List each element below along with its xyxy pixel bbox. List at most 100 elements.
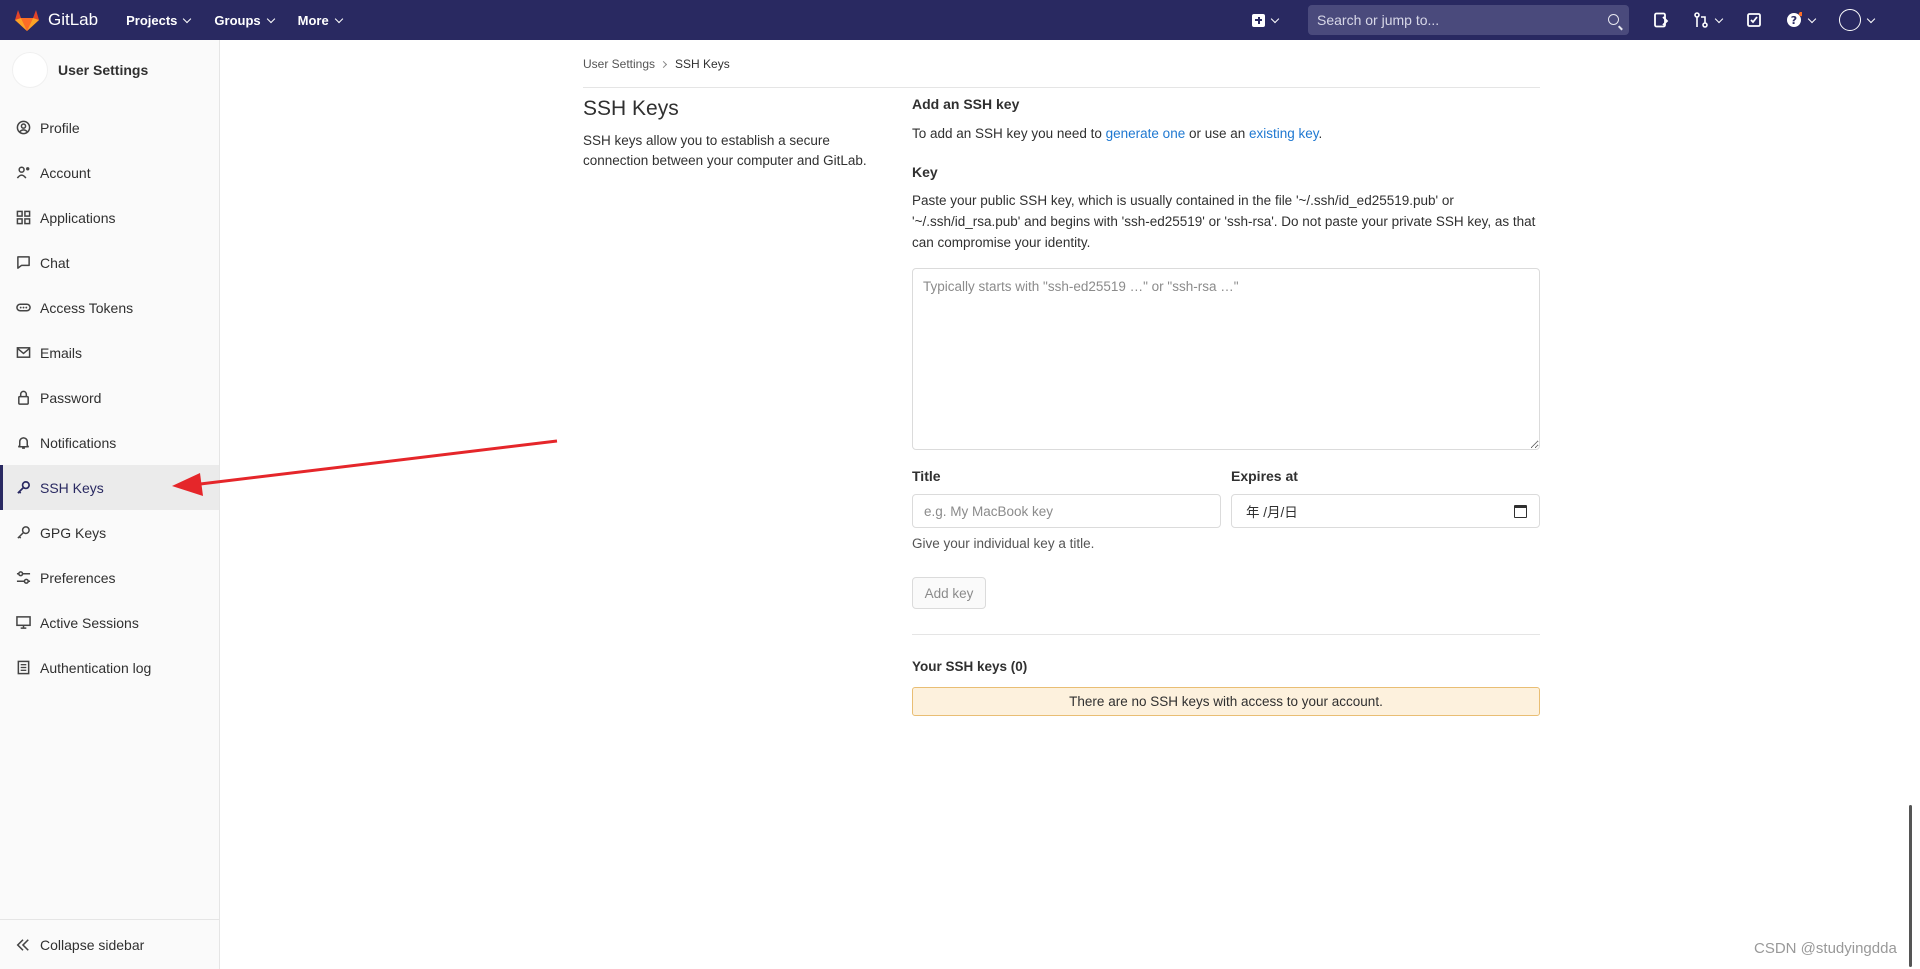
nav-right: ? xyxy=(1252,0,1876,40)
token-icon xyxy=(16,303,31,312)
page-title: SSH Keys xyxy=(583,97,679,120)
expires-label: Expires at xyxy=(1231,468,1298,484)
form-info: To add an SSH key you need to generate o… xyxy=(912,126,1540,141)
sidebar-item-label: Authentication log xyxy=(40,659,152,676)
sidebar-item-label: Preferences xyxy=(40,569,116,586)
sidebar-item-emails[interactable]: Emails xyxy=(0,330,219,375)
chevron-right-icon xyxy=(659,60,668,68)
menu-projects-label: Projects xyxy=(126,12,178,28)
sidebar-item-label: SSH Keys xyxy=(40,479,104,496)
user-avatar xyxy=(1839,9,1861,31)
main-menu: Projects Groups More xyxy=(126,13,366,28)
calendar-icon[interactable] xyxy=(1514,505,1527,518)
intro-section: SSH Keys SSH keys allow you to establish… xyxy=(583,97,883,171)
expires-date-input[interactable]: 年 /月/日 xyxy=(1231,494,1540,528)
menu-more[interactable]: More xyxy=(298,13,343,28)
applications-icon xyxy=(16,210,31,225)
preferences-icon xyxy=(16,571,31,584)
menu-projects[interactable]: Projects xyxy=(126,12,192,28)
sidebar-item-authentication-log[interactable]: Authentication log xyxy=(0,645,219,690)
sidebar-item-label: Notifications xyxy=(40,434,117,451)
sidebar-item-label: Active Sessions xyxy=(40,614,139,631)
brand-name: GitLab xyxy=(48,10,99,29)
sidebar-item-gpg-keys[interactable]: GPG Keys xyxy=(0,510,219,555)
sidebar-item-label: Profile xyxy=(40,119,80,136)
chevron-down-icon xyxy=(1807,14,1817,23)
svg-text:?: ? xyxy=(1791,14,1797,27)
sidebar-item-label: Emails xyxy=(40,344,83,361)
todos-button[interactable] xyxy=(1746,12,1762,28)
monitor-icon xyxy=(16,616,31,629)
lock-icon xyxy=(18,390,29,405)
breadcrumb-parent[interactable]: User Settings xyxy=(583,57,655,71)
sidebar-item-label: Chat xyxy=(40,254,70,271)
log-icon xyxy=(17,660,30,675)
sidebar-item-label: Account xyxy=(40,164,91,181)
chevron-down-icon xyxy=(1714,14,1724,23)
settings-sidebar: User Settings Profile Account Applicatio… xyxy=(0,40,220,969)
search-box[interactable] xyxy=(1308,5,1629,35)
key-icon xyxy=(17,526,30,539)
add-key-button[interactable]: Add key xyxy=(912,577,986,609)
user-menu-button[interactable] xyxy=(1839,9,1876,31)
profile-icon xyxy=(16,120,31,135)
tanuki-icon xyxy=(15,10,39,31)
sidebar-item-label: Password xyxy=(40,389,102,406)
search-input[interactable] xyxy=(1317,12,1587,28)
sidebar-item-account[interactable]: Account xyxy=(0,150,219,195)
todo-icon xyxy=(1747,13,1761,27)
sidebar-item-password[interactable]: Password xyxy=(0,375,219,420)
sidebar-header[interactable]: User Settings xyxy=(0,40,219,100)
avatar xyxy=(12,52,48,88)
menu-groups[interactable]: Groups xyxy=(214,12,275,28)
title-input[interactable] xyxy=(912,494,1221,528)
key-textarea[interactable] xyxy=(912,268,1540,450)
chevron-down-icon xyxy=(1866,14,1876,23)
add-ssh-key-form: Add an SSH key To add an SSH key you nee… xyxy=(912,96,1540,716)
sidebar-item-ssh-keys[interactable]: SSH Keys xyxy=(0,465,219,510)
chevron-down-icon xyxy=(266,14,275,23)
menu-groups-label: Groups xyxy=(214,12,261,28)
divider xyxy=(912,634,1540,635)
sidebar-item-chat[interactable]: Chat xyxy=(0,240,219,285)
gitlab-logo[interactable]: GitLab xyxy=(14,8,98,32)
collapse-sidebar-label: Collapse sidebar xyxy=(40,936,145,953)
scrollbar-thumb[interactable] xyxy=(1909,805,1912,967)
key-label: Key xyxy=(912,164,938,180)
sidebar-item-notifications[interactable]: Notifications xyxy=(0,420,219,465)
issues-icon xyxy=(1654,12,1669,28)
chevron-down-icon xyxy=(183,14,192,23)
expires-date-value: 年 /月/日 xyxy=(1246,505,1298,520)
breadcrumb-current[interactable]: SSH Keys xyxy=(675,57,730,71)
sidebar-item-preferences[interactable]: Preferences xyxy=(0,555,219,600)
double-chevron-left-icon xyxy=(16,938,29,951)
help-button[interactable]: ? xyxy=(1786,12,1817,28)
scrollbar-track[interactable] xyxy=(1905,40,1920,969)
generate-one-link[interactable]: generate one xyxy=(1106,126,1186,141)
watermark: CSDN @studyingdda xyxy=(1754,940,1897,957)
empty-keys-alert: There are no SSH keys with access to you… xyxy=(912,687,1540,716)
top-navbar: GitLab Projects Groups More ? xyxy=(0,0,1920,40)
help-icon: ? xyxy=(1787,12,1802,27)
issues-button[interactable] xyxy=(1653,12,1669,28)
title-label: Title xyxy=(912,468,941,484)
sidebar-item-profile[interactable]: Profile xyxy=(0,105,219,150)
merge-request-icon xyxy=(1694,12,1708,28)
collapse-sidebar-button[interactable]: Collapse sidebar xyxy=(0,919,219,969)
sidebar-item-applications[interactable]: Applications xyxy=(0,195,219,240)
existing-key-link[interactable]: existing key xyxy=(1249,126,1319,141)
sidebar-item-label: Applications xyxy=(40,209,116,226)
search-icon xyxy=(1608,14,1619,25)
sidebar-title: User Settings xyxy=(58,62,149,78)
key-icon xyxy=(17,481,30,494)
title-help-text: Give your individual key a title. xyxy=(912,536,1095,551)
info-middle: or use an xyxy=(1185,126,1250,141)
sidebar-nav: Profile Account Applications Chat Access… xyxy=(0,105,219,690)
sidebar-item-access-tokens[interactable]: Access Tokens xyxy=(0,285,219,330)
sidebar-item-active-sessions[interactable]: Active Sessions xyxy=(0,600,219,645)
merge-requests-button[interactable] xyxy=(1693,12,1724,28)
new-item-button[interactable] xyxy=(1252,13,1290,27)
breadcrumb: User Settings SSH Keys xyxy=(583,57,730,71)
ssh-keys-count-heading: Your SSH keys (0) xyxy=(912,659,1028,674)
info-prefix: To add an SSH key you need to xyxy=(912,126,1106,141)
